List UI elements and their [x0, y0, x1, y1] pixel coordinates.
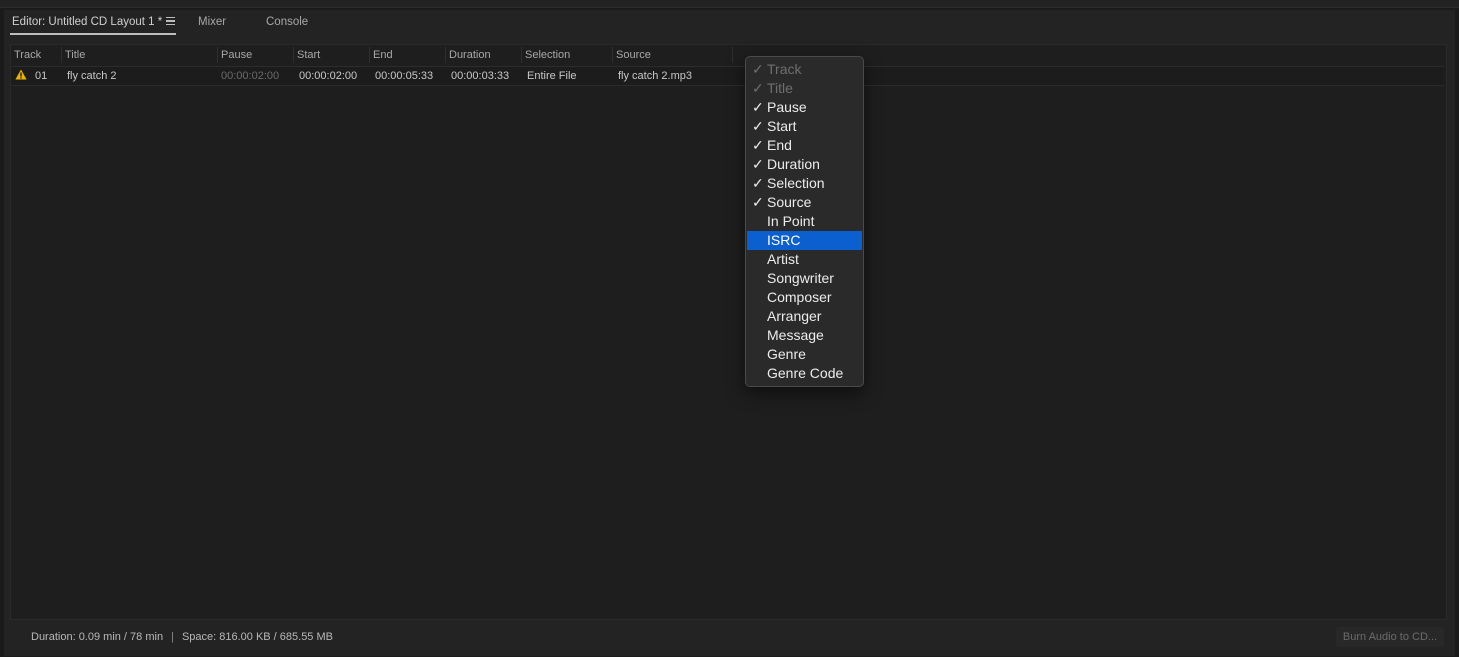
cell-duration: 00:00:03:33: [451, 70, 510, 82]
checkmark-icon: ✓: [752, 156, 764, 172]
checkmark-icon: ✓: [752, 175, 764, 191]
menu-item-title[interactable]: ✓ Title: [747, 79, 862, 98]
checkmark-icon: ✓: [752, 61, 764, 77]
status-space: Space: 816.00 KB / 685.55 MB: [181, 631, 333, 643]
menu-item-label: Genre: [767, 346, 806, 362]
tab-mixer[interactable]: Mixer: [198, 16, 226, 28]
menu-item-label: In Point: [767, 213, 815, 229]
menu-item-isrc[interactable]: ISRC: [747, 231, 862, 250]
audition-cd-editor-window: Editor: Untitled CD Layout 1 * Mixer Con…: [0, 0, 1459, 657]
table-header: Track Title Pause Start End Duration Sel…: [11, 45, 733, 65]
header-duration[interactable]: Duration: [449, 48, 491, 64]
cell-track: 01: [35, 70, 48, 82]
menu-item-label: Pause: [767, 99, 807, 115]
menu-item-label: Track: [767, 61, 802, 77]
column-divider[interactable]: [217, 47, 218, 63]
header-selection[interactable]: Selection: [525, 48, 570, 64]
checkmark-icon: ✓: [752, 118, 764, 134]
checkmark-icon: ✓: [752, 194, 764, 210]
menu-item-label: Message: [767, 327, 824, 343]
menu-item-label: Composer: [767, 289, 832, 305]
menu-item-label: End: [767, 137, 792, 153]
menu-item-message[interactable]: Message: [747, 326, 862, 345]
column-divider[interactable]: [732, 47, 733, 63]
menu-item-genre[interactable]: Genre: [747, 345, 862, 364]
menu-item-composer[interactable]: Composer: [747, 288, 862, 307]
checkmark-icon: ✓: [752, 80, 764, 96]
status-separator: |: [171, 631, 174, 643]
cell-end: 00:00:05:33: [375, 70, 434, 82]
header-pause[interactable]: Pause: [221, 48, 252, 64]
header-title[interactable]: Title: [65, 48, 85, 64]
menu-item-label: Arranger: [767, 308, 822, 324]
panel-menu-icon[interactable]: [166, 17, 175, 25]
menu-item-track[interactable]: ✓ Track: [747, 60, 862, 79]
menu-item-label: Artist: [767, 251, 799, 267]
cell-title: fly catch 2: [67, 70, 117, 82]
table-row[interactable]: 01 fly catch 2 00:00:02:00 00:00:02:00 0…: [11, 66, 1444, 86]
menu-item-genre-code[interactable]: Genre Code: [747, 364, 862, 383]
menu-item-arranger[interactable]: Arranger: [747, 307, 862, 326]
tab-console[interactable]: Console: [266, 16, 308, 28]
menu-item-label: Start: [767, 118, 797, 134]
menu-item-in-point[interactable]: In Point: [747, 212, 862, 231]
menu-item-label: Duration: [767, 156, 820, 172]
column-visibility-menu: ✓ Track ✓ Title ✓ Pause ✓ Start ✓ End ✓ Duration ✓ Se…: [745, 56, 864, 387]
menu-item-songwriter[interactable]: Songwriter: [747, 269, 862, 288]
cell-selection: Entire File: [527, 70, 577, 82]
menu-item-label: Source: [767, 194, 812, 210]
menu-item-end[interactable]: ✓ End: [747, 136, 862, 155]
cell-source: fly catch 2.mp3: [618, 70, 692, 82]
menu-item-start[interactable]: ✓ Start: [747, 117, 862, 136]
cd-track-table: Track Title Pause Start End Duration Sel…: [10, 44, 1447, 620]
menu-item-label: ISRC: [767, 232, 801, 248]
column-divider[interactable]: [369, 47, 370, 63]
active-tab-underline: [10, 33, 176, 35]
burn-audio-to-cd-button[interactable]: Burn Audio to CD...: [1336, 627, 1444, 647]
column-divider[interactable]: [612, 47, 613, 63]
column-divider[interactable]: [61, 47, 62, 63]
menu-item-artist[interactable]: Artist: [747, 250, 862, 269]
checkmark-icon: ✓: [752, 137, 764, 153]
column-divider[interactable]: [445, 47, 446, 63]
header-start[interactable]: Start: [297, 48, 320, 64]
warning-triangle-icon: [15, 69, 27, 80]
menu-item-selection[interactable]: ✓ Selection: [747, 174, 862, 193]
cell-start: 00:00:02:00: [299, 70, 358, 82]
menu-item-label: Selection: [767, 175, 825, 191]
menu-item-duration[interactable]: ✓ Duration: [747, 155, 862, 174]
status-bar: Duration: 0.09 min / 78 min | Space: 816.0…: [31, 631, 333, 643]
menu-item-label: Title: [767, 80, 793, 96]
status-duration: Duration: 0.09 min / 78 min: [31, 631, 164, 643]
header-track[interactable]: Track: [14, 48, 41, 64]
top-strip: [0, 0, 1459, 8]
column-divider[interactable]: [521, 47, 522, 63]
menu-item-label: Genre Code: [767, 365, 844, 381]
checkmark-icon: ✓: [752, 99, 764, 115]
header-source[interactable]: Source: [616, 48, 651, 64]
column-divider[interactable]: [293, 47, 294, 63]
cell-pause: 00:00:02:00: [221, 70, 280, 82]
header-end[interactable]: End: [373, 48, 393, 64]
tab-editor[interactable]: Editor: Untitled CD Layout 1 *: [12, 16, 162, 28]
menu-item-label: Songwriter: [767, 270, 834, 286]
menu-item-source[interactable]: ✓ Source: [747, 193, 862, 212]
menu-item-pause[interactable]: ✓ Pause: [747, 98, 862, 117]
